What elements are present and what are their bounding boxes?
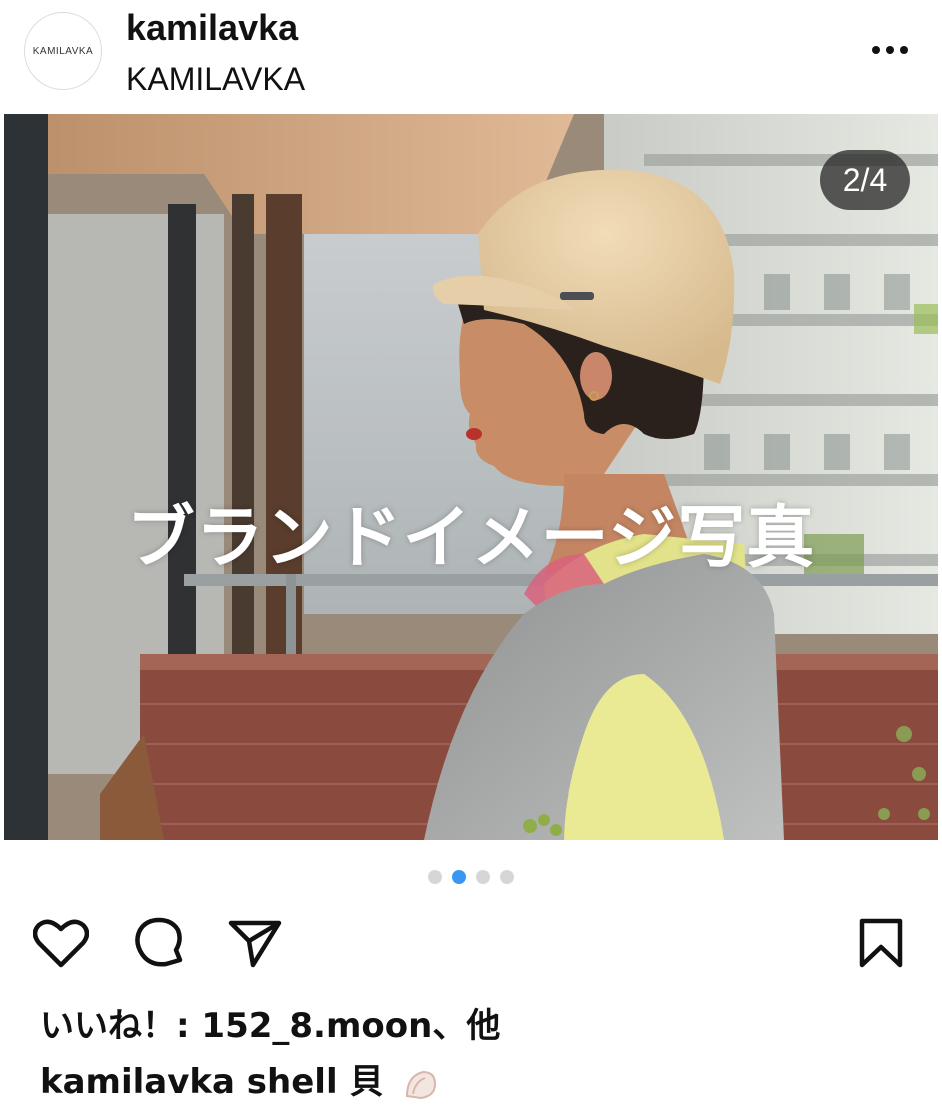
bookmark-icon (859, 918, 903, 968)
comment-button[interactable] (130, 914, 188, 972)
account-subtitle: KAMILAVKA (126, 61, 306, 97)
paper-plane-icon (228, 920, 282, 968)
more-options-button[interactable] (864, 28, 916, 72)
caption-text: shell 貝 (246, 1062, 384, 1102)
caption-username[interactable]: kamilavka (40, 1062, 235, 1102)
like-button[interactable] (32, 914, 90, 972)
avatar-logo: KAMILAVKA (32, 45, 94, 57)
caption: kamilavka shell 貝 (40, 1058, 439, 1106)
photo-scene (4, 114, 938, 840)
comment-icon (135, 917, 183, 967)
shell-emoji-icon (406, 1070, 437, 1099)
carousel-dot (500, 870, 514, 884)
save-button[interactable] (852, 914, 910, 972)
carousel-dot-active (452, 870, 466, 884)
post-header: KAMILAVKA kamilavka KAMILAVKA (0, 0, 942, 112)
username[interactable]: kamilavka (126, 6, 298, 50)
avatar[interactable]: KAMILAVKA (24, 12, 102, 90)
carousel-dot (476, 870, 490, 884)
image-counter-badge: 2/4 (820, 150, 910, 210)
carousel-indicator (0, 868, 942, 886)
photo-overlay-text: ブランドイメージ写真 (126, 499, 816, 578)
share-button[interactable] (226, 914, 284, 972)
more-horizontal-icon (872, 46, 908, 54)
carousel-dot (428, 870, 442, 884)
likes-count[interactable]: いいね！: 152_8.moon、他 (40, 1002, 500, 1050)
post-image[interactable]: 2/4 ブランドイメージ写真 (4, 114, 938, 840)
heart-icon (33, 919, 89, 968)
